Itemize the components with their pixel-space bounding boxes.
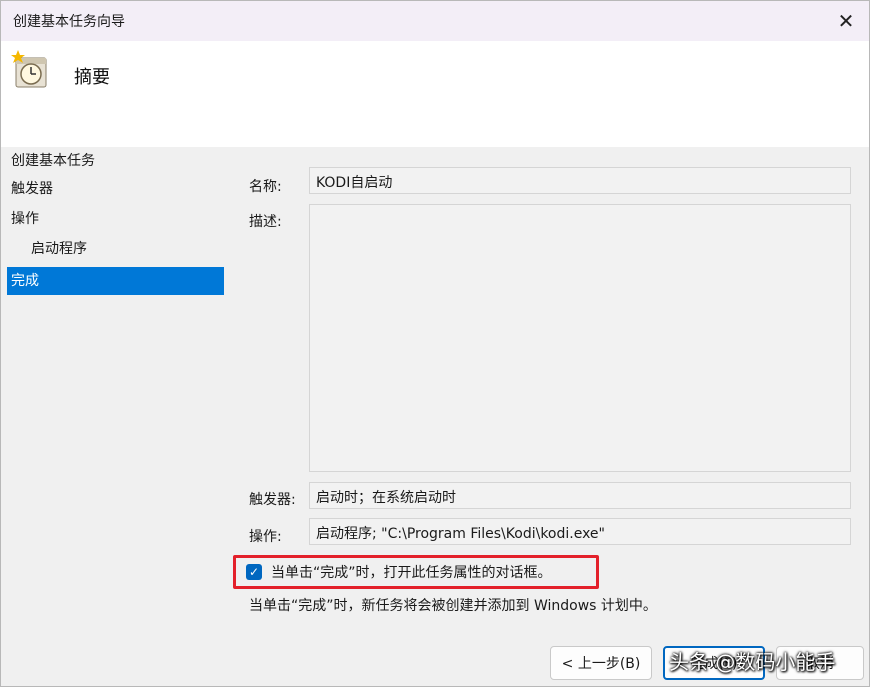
open-properties-checkbox[interactable]: ✓ — [246, 564, 262, 580]
cancel-button[interactable]: 取消 — [776, 646, 864, 680]
action-label: 操作: — [249, 529, 282, 545]
nav-item-finish[interactable]: 完成 — [7, 267, 224, 295]
description-field[interactable] — [309, 204, 851, 472]
page-title: 摘要 — [74, 67, 110, 88]
wizard-header: 摘要 — [1, 41, 869, 147]
scheduled-task-clock-icon — [11, 50, 47, 88]
open-properties-highlight: ✓ 当单击“完成”时，打开此任务属性的对话框。 — [233, 555, 599, 589]
finish-info-text: 当单击“完成”时，新任务将会被创建并添加到 Windows 计划中。 — [249, 598, 657, 614]
name-field[interactable]: KODI自启动 — [309, 167, 851, 194]
nav-item-trigger[interactable]: 触发器 — [7, 175, 224, 203]
window-title: 创建基本任务向导 — [13, 14, 125, 30]
nav-item-start-program[interactable]: 启动程序 — [7, 235, 224, 263]
wizard-step-nav: 创建基本任务 触发器 操作 启动程序 完成 — [1, 147, 227, 686]
trigger-field[interactable]: 启动时；在系统启动时 — [309, 482, 851, 509]
close-button[interactable]: ✕ — [823, 1, 869, 41]
nav-item-create-basic-task[interactable]: 创建基本任务 — [7, 147, 224, 175]
description-label: 描述: — [249, 214, 282, 230]
task-wizard-window: 创建基本任务向导 ✕ 摘要 创建基本任务 触发器 操作 启动程序 完成 名称: … — [0, 0, 870, 687]
close-icon: ✕ — [837, 9, 855, 33]
trigger-label: 触发器: — [249, 492, 296, 508]
nav-item-action[interactable]: 操作 — [7, 205, 224, 233]
name-label: 名称: — [249, 179, 282, 195]
checkmark-icon: ✓ — [248, 565, 260, 579]
back-button[interactable]: < 上一步(B) — [550, 646, 652, 680]
action-field[interactable]: 启动程序; "C:\Program Files\Kodi\kodi.exe" — [309, 518, 851, 545]
finish-button[interactable]: 完成(F) — [663, 646, 765, 680]
title-bar: 创建基本任务向导 ✕ — [1, 1, 869, 41]
open-properties-label[interactable]: 当单击“完成”时，打开此任务属性的对话框。 — [271, 562, 552, 582]
